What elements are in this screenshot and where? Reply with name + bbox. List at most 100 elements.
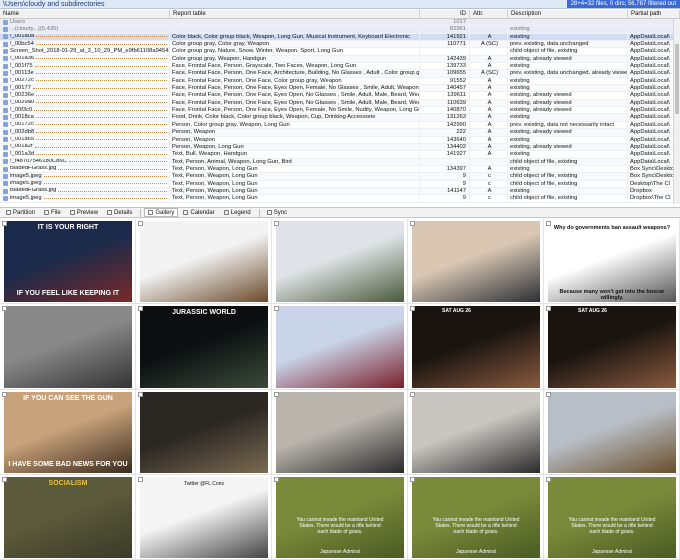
image-thumbnail[interactable]: Why do governments ban assault weapons? B… xyxy=(548,221,676,303)
tile-checkbox[interactable] xyxy=(546,306,551,312)
tile-checkbox[interactable] xyxy=(410,476,415,482)
image-thumbnail[interactable] xyxy=(276,306,404,388)
column-header-description[interactable]: Description xyxy=(508,10,628,19)
table-row[interactable]: BladedFGrass.jpg Text, Person, Weapon, Lo… xyxy=(0,165,680,174)
table-row[interactable]: image5.jpeg Text, Person, Weapon, Long Gu… xyxy=(0,195,680,203)
tile-checkbox[interactable] xyxy=(2,476,7,482)
tile-checkbox[interactable] xyxy=(2,221,7,226)
column-header-partial-path[interactable]: Partial path xyxy=(628,10,680,19)
table-row[interactable]: !_0018ca Food, Drink, Color black, Color … xyxy=(0,114,680,122)
tile-checkbox[interactable] xyxy=(410,306,415,312)
image-thumbnail[interactable] xyxy=(4,306,132,388)
scrollbar-thumb[interactable] xyxy=(675,44,679,114)
tab-preview[interactable]: Preview xyxy=(66,208,102,217)
image-thumbnail[interactable]: You cannot invade the mainland United St… xyxy=(276,476,404,558)
gallery-tile[interactable]: SAT AUG 26 xyxy=(544,304,680,390)
tile-checkbox[interactable] xyxy=(138,391,143,397)
gallery-tile[interactable] xyxy=(408,389,544,475)
table-row[interactable]: !_00172c Person, Color group gray, Weapon… xyxy=(0,121,680,130)
image-thumbnail[interactable]: SOCIALISM xyxy=(4,476,132,558)
tile-checkbox[interactable] xyxy=(274,391,279,397)
column-header-name[interactable]: Name xyxy=(0,10,170,19)
table-row[interactable]: !_00236e Face, Frontal Face, Person, One … xyxy=(0,92,680,100)
gallery-tile[interactable] xyxy=(544,389,680,475)
table-row[interactable]: !_002db8 Person, Weapon 222 Aexisting, alre… xyxy=(0,129,680,137)
tile-checkbox[interactable] xyxy=(410,391,415,397)
gallery-tile[interactable] xyxy=(0,304,136,390)
tile-checkbox[interactable] xyxy=(2,306,7,312)
table-row[interactable]: !_f48707546180C86C Text, Person, Animal, … xyxy=(0,158,680,166)
tile-checkbox[interactable] xyxy=(138,476,143,482)
image-thumbnail[interactable]: SAT AUG 26 xyxy=(548,306,676,388)
table-row[interactable]: !_00bc54 Color group gray, Color gray, We… xyxy=(0,41,680,49)
image-thumbnail[interactable]: IT IS YOUR RIGHT IF YOU FEEL LIKE KEEPING… xyxy=(4,221,132,303)
gallery-tile[interactable]: You cannot invade the mainland United St… xyxy=(272,474,408,560)
tab-details[interactable]: Details xyxy=(103,208,136,217)
image-thumbnail[interactable] xyxy=(412,221,540,303)
tile-checkbox[interactable] xyxy=(274,306,279,312)
gallery-tile[interactable]: IT IS YOUR RIGHT IF YOU FEEL LIKE KEEPING… xyxy=(0,219,136,305)
image-thumbnail[interactable] xyxy=(276,221,404,303)
table-row[interactable]: !_001a0a Color black, Color group black, … xyxy=(0,33,680,42)
gallery-tile[interactable] xyxy=(408,219,544,305)
gallery-tile[interactable] xyxy=(136,219,272,305)
tile-checkbox[interactable] xyxy=(546,476,551,482)
gallery-tile[interactable] xyxy=(272,389,408,475)
tab-calendar[interactable]: Calendar xyxy=(179,208,218,217)
tile-checkbox[interactable] xyxy=(546,221,551,226)
image-thumbnail[interactable] xyxy=(276,391,404,473)
tile-checkbox[interactable] xyxy=(274,476,279,482)
tab-file[interactable]: File xyxy=(40,208,65,217)
table-row[interactable]: !_00113e Face, Frontal Face, Person, One … xyxy=(0,70,680,78)
gallery-tile[interactable]: IF YOU CAN SEE THE GUN I HAVE SOME BAD NE… xyxy=(0,389,136,475)
tile-checkbox[interactable] xyxy=(410,221,415,226)
table-row[interactable]: Screen_Shot_2018-01-29_at_3_10_29_PM_e9f… xyxy=(0,48,680,56)
table-row[interactable]: !_001a2f Person, Weapon, Long Gun 134402 Ae… xyxy=(0,143,680,152)
table-row[interactable]: !_001f75 Face, Frontal Face, Person, Gray… xyxy=(0,63,680,71)
table-row[interactable]: !_001a3d Text, Bull, Weapon, Handgun 14192… xyxy=(0,151,680,159)
table-row[interactable]: image5.jpeg Text, Person, Weapon, Long Gu… xyxy=(0,173,680,181)
table-row[interactable]: BladedFGrass.jpg Text, Person, Weapon, Lo… xyxy=(0,187,680,196)
gallery-tile[interactable]: Why do governments ban assault weapons? B… xyxy=(544,219,680,305)
vertical-scrollbar[interactable] xyxy=(673,19,680,204)
image-thumbnail[interactable]: JURASSIC WORLD xyxy=(140,306,268,388)
table-row[interactable]: !_001a65 Person, Weapon 143640 Aexisting App… xyxy=(0,136,680,144)
gallery-tile[interactable]: JURASSIC WORLD xyxy=(136,304,272,390)
table-row[interactable]: Users 1017 xyxy=(0,19,680,27)
gallery-tile[interactable]: You cannot invade the mainland United St… xyxy=(544,474,680,560)
tile-checkbox[interactable] xyxy=(2,391,7,397)
image-thumbnail[interactable]: IF YOU CAN SEE THE GUN I HAVE SOME BAD NE… xyxy=(4,391,132,473)
tile-checkbox[interactable] xyxy=(546,391,551,397)
table-row[interactable]: !_00f3c0 Face, Frontal Face, Person, One … xyxy=(0,107,680,115)
image-thumbnail[interactable]: You cannot invade the mainland United St… xyxy=(548,476,676,558)
image-thumbnail[interactable]: Twitter @FL Cons xyxy=(140,476,268,558)
image-thumbnail[interactable]: You cannot invade the mainland United St… xyxy=(412,476,540,558)
gallery-tile[interactable] xyxy=(272,219,408,305)
tile-checkbox[interactable] xyxy=(138,221,143,226)
image-thumbnail[interactable] xyxy=(140,391,268,473)
table-row[interactable]: !_0029a0 Face, Frontal Face, Person, One … xyxy=(0,99,680,108)
column-header-id[interactable]: ID xyxy=(420,10,470,19)
gallery-tile[interactable]: SOCIALISM xyxy=(0,474,136,560)
tab-gallery[interactable]: Gallery xyxy=(144,208,179,217)
table-row[interactable]: !_001a36 Color group gray, Weapon, Handgu… xyxy=(0,55,680,64)
table-row[interactable]: ...(cloudy...)(5,435) 82961 existing xyxy=(0,26,680,34)
tile-checkbox[interactable] xyxy=(138,306,143,312)
gallery-tile[interactable]: SAT AUG 26 xyxy=(408,304,544,390)
image-thumbnail[interactable] xyxy=(412,391,540,473)
column-header-attr[interactable]: Attr. xyxy=(470,10,508,19)
gallery-tile[interactable]: You cannot invade the mainland United St… xyxy=(408,474,544,560)
tab-partition[interactable]: Partition xyxy=(2,208,39,217)
table-row[interactable]: !_00177 Face, Frontal Face, Person, One F… xyxy=(0,85,680,93)
tab-legend[interactable]: Legend xyxy=(220,208,255,217)
gallery-tile[interactable] xyxy=(136,389,272,475)
column-header-report-table[interactable]: Report table xyxy=(170,10,420,19)
image-thumbnail[interactable] xyxy=(548,391,676,473)
tile-checkbox[interactable] xyxy=(274,221,279,226)
gallery-tile[interactable]: Twitter @FL Cons xyxy=(136,474,272,560)
gallery-tile[interactable] xyxy=(272,304,408,390)
tab-sync[interactable]: Sync xyxy=(263,208,291,217)
table-row[interactable]: image5.jpeg Text, Person, Weapon, Long Gu… xyxy=(0,180,680,188)
image-thumbnail[interactable] xyxy=(140,221,268,303)
image-thumbnail[interactable]: SAT AUG 26 xyxy=(412,306,540,388)
